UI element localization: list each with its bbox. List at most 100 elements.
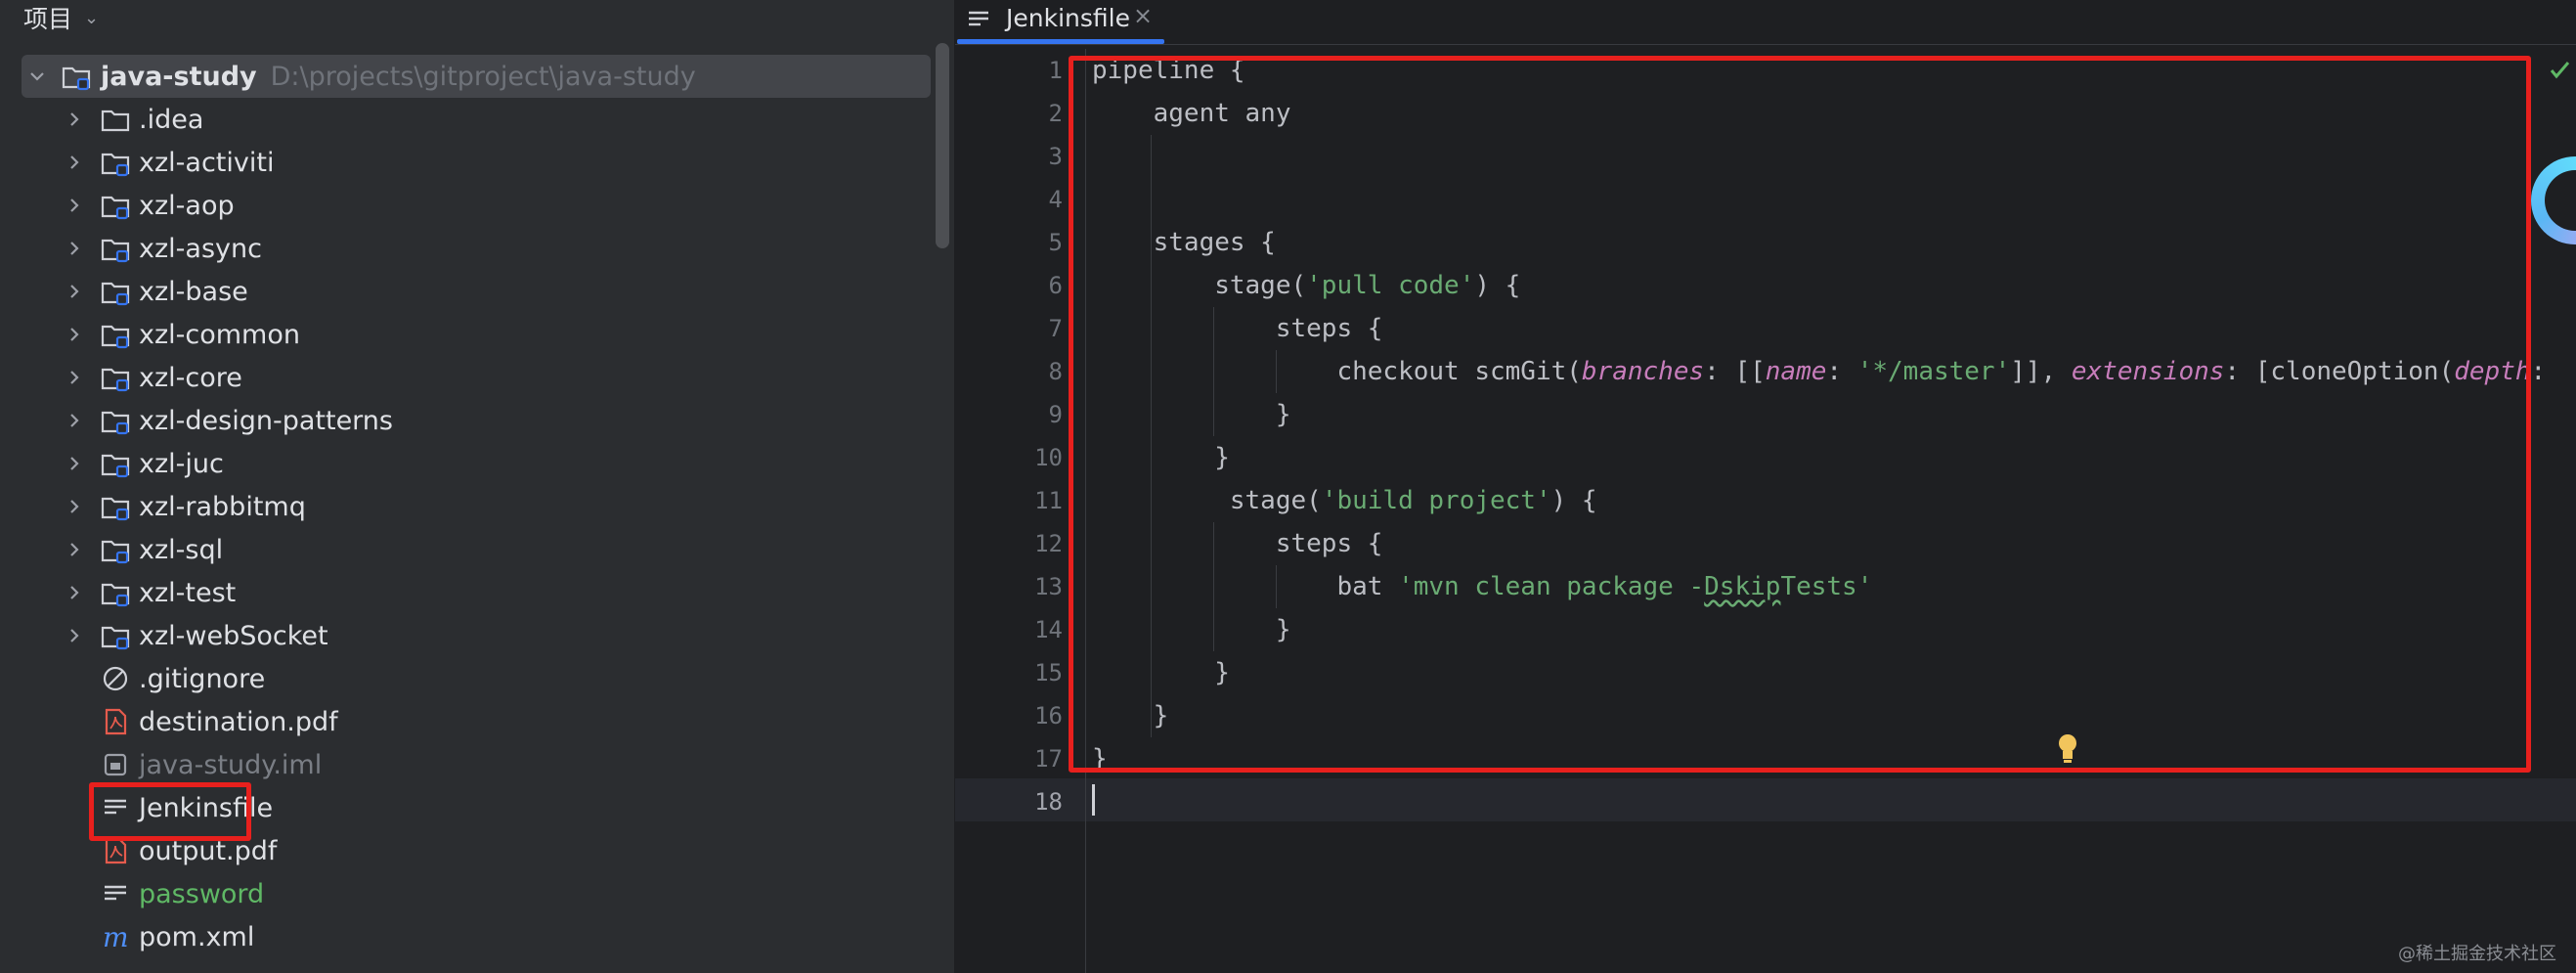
tree-item[interactable]: xzl-common (0, 313, 939, 356)
tree-item[interactable]: xzl-rabbitmq (0, 485, 939, 528)
chevron-right-icon[interactable] (65, 368, 84, 387)
project-panel-title: 项目 (23, 5, 73, 33)
tree-item-label: java-study D:\projects\gitproject\java-st… (101, 61, 696, 92)
tree-item-label: xzl-juc (139, 448, 224, 479)
chevron-right-icon[interactable] (65, 196, 84, 215)
line-number: 15 (1034, 659, 1063, 686)
line-number: 4 (1048, 186, 1063, 213)
tree-item[interactable]: xzl-design-patterns (0, 399, 939, 442)
plugin-avatar-icon[interactable] (2531, 156, 2576, 244)
chevron-right-icon[interactable] (65, 282, 84, 301)
folder-icon (100, 104, 131, 135)
tree-item[interactable]: java-study D:\projects\gitproject\java-st… (22, 55, 931, 98)
module-folder-icon (100, 577, 131, 608)
chevron-right-icon[interactable] (65, 583, 84, 602)
chevron-right-icon[interactable] (65, 497, 84, 516)
line-number: 12 (1034, 530, 1063, 557)
line-number: 5 (1048, 229, 1063, 256)
tree-item[interactable]: xzl-test (0, 571, 939, 614)
line-number: 2 (1048, 100, 1063, 127)
tree-item[interactable]: xzl-async (0, 227, 939, 270)
module-folder-icon (100, 276, 131, 307)
chevron-right-icon[interactable] (65, 153, 84, 172)
module-folder-icon (100, 491, 131, 522)
check-icon[interactable] (2549, 59, 2572, 86)
tree-item[interactable]: xzl-activiti (0, 141, 939, 184)
tree-item[interactable]: xzl-juc (0, 442, 939, 485)
tree-item[interactable]: xzl-core (0, 356, 939, 399)
svg-text:m: m (103, 921, 129, 952)
tree-item-label: xzl-webSocket (139, 620, 328, 651)
project-panel-header[interactable]: 项目 ⌄ (23, 0, 99, 35)
line-number: 13 (1034, 573, 1063, 600)
line-number: 3 (1048, 143, 1063, 170)
lightbulb-icon[interactable] (2057, 733, 2078, 767)
chevron-right-icon[interactable] (65, 626, 84, 645)
line-number: 11 (1034, 487, 1063, 514)
chevron-right-icon[interactable] (65, 239, 84, 258)
text-file-icon (100, 878, 131, 909)
jenkinsfile-highlight-box (89, 782, 251, 841)
module-folder-icon (100, 233, 131, 264)
project-panel: 项目 ⌄ java-study D:\projects\gitproject\ja… (0, 0, 954, 973)
line-number: 10 (1034, 444, 1063, 471)
chevron-down-icon[interactable]: ⌄ (84, 8, 99, 28)
tree-item-label: .gitignore (139, 663, 266, 694)
tree-item-label: xzl-sql (139, 534, 224, 565)
active-tab-indicator (957, 39, 1164, 44)
watermark: @稀土掘金技术社区 (2398, 944, 2556, 964)
tree-item[interactable]: destination.pdf (0, 700, 939, 743)
text-caret (1092, 784, 1095, 816)
pdf-icon (100, 706, 131, 737)
tree-item-label: xzl-rabbitmq (139, 491, 306, 522)
module-folder-icon (100, 147, 131, 178)
code-highlight-box (1069, 56, 2531, 773)
chevron-down-icon[interactable] (27, 66, 47, 86)
chevron-right-icon[interactable] (65, 411, 84, 430)
line-number: 7 (1048, 315, 1063, 342)
tree-item-label: xzl-design-patterns (139, 405, 393, 436)
module-folder-icon (100, 319, 131, 350)
project-path: D:\projects\gitproject\java-study (270, 61, 696, 92)
project-tree-scrollbar[interactable] (936, 43, 949, 248)
tree-item-label: java-study.iml (139, 749, 323, 780)
tree-item[interactable]: .gitignore (0, 657, 939, 700)
tree-item-label: destination.pdf (139, 706, 338, 737)
close-icon[interactable]: × (1133, 2, 1153, 29)
tree-item-label: xzl-common (139, 319, 300, 350)
module-folder-icon (100, 362, 131, 393)
line-number: 1 (1048, 57, 1063, 84)
module-folder-icon (100, 534, 131, 565)
tree-item[interactable]: xzl-webSocket (0, 614, 939, 657)
line-number: 6 (1048, 272, 1063, 299)
tree-item[interactable]: xzl-base (0, 270, 939, 313)
editor-tab-bar: Jenkinsfile × (955, 0, 2576, 45)
ignore-file-icon (100, 663, 131, 694)
tree-item[interactable]: .idea (0, 98, 939, 141)
module-folder-icon (100, 620, 131, 651)
tree-item[interactable]: m pom.xml (0, 915, 939, 958)
tree-item-label: .idea (139, 104, 204, 135)
tree-item[interactable]: java-study.iml (0, 743, 939, 786)
line-number: 17 (1034, 745, 1063, 773)
iml-file-icon (100, 749, 131, 780)
chevron-right-icon[interactable] (65, 540, 84, 559)
tree-item-label: password (139, 878, 265, 909)
current-line-highlight (955, 778, 2576, 821)
tree-item-label: xzl-test (139, 577, 237, 608)
line-number: 18 (1034, 788, 1063, 816)
editor: Jenkinsfile × 1 2 3 4 5 6 7 8 9 10 11 12 13 14 15 16 17 1… (955, 0, 2576, 973)
tree-item[interactable]: xzl-aop (0, 184, 939, 227)
tree-item-label: pom.xml (139, 921, 255, 952)
tree-item-label: xzl-core (139, 362, 242, 393)
tree-item-label: xzl-activiti (139, 147, 275, 178)
line-number: 9 (1048, 401, 1063, 428)
chevron-right-icon[interactable] (65, 454, 84, 473)
tree-item[interactable]: password (0, 872, 939, 915)
line-number: 8 (1048, 358, 1063, 385)
tree-item[interactable]: xzl-sql (0, 528, 939, 571)
line-number: 16 (1034, 702, 1063, 730)
tab-label: Jenkinsfile (1006, 4, 1130, 32)
chevron-right-icon[interactable] (65, 325, 84, 344)
chevron-right-icon[interactable] (65, 110, 84, 129)
